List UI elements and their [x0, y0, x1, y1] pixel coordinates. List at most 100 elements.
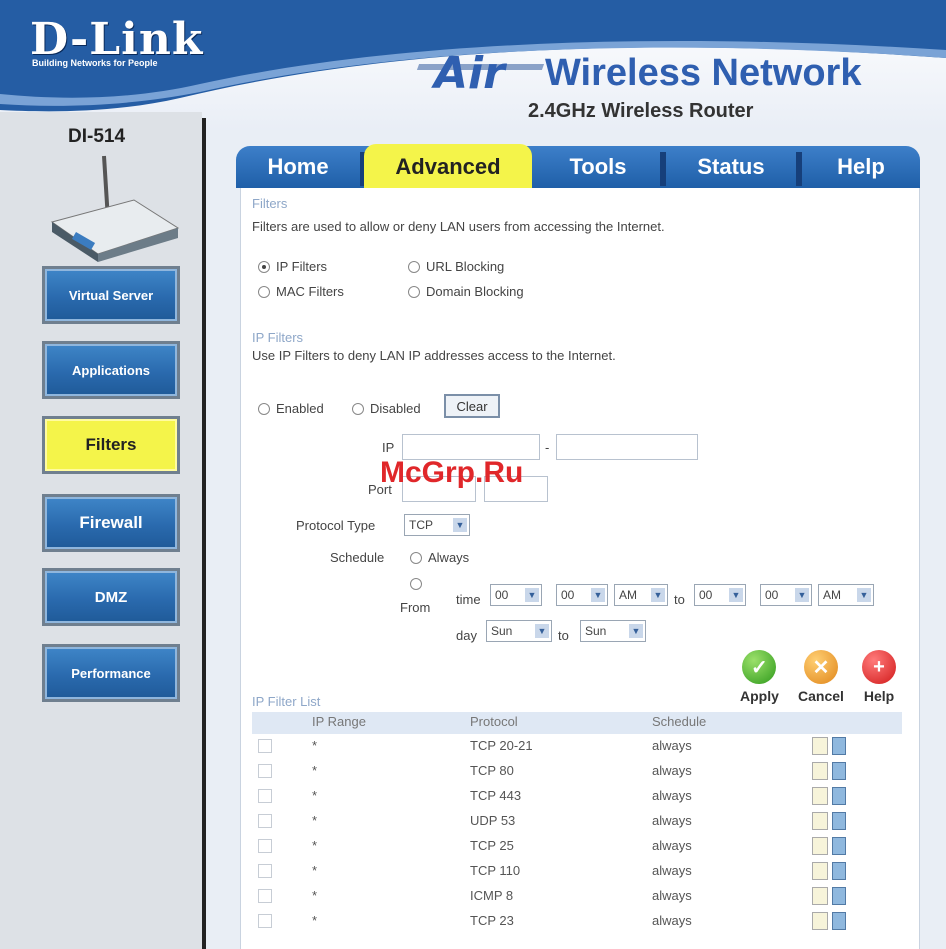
- option-label: MAC Filters: [276, 284, 344, 299]
- clear-button[interactable]: Clear: [444, 394, 500, 418]
- trash-icon[interactable]: [832, 812, 846, 830]
- to-label: to: [674, 592, 685, 607]
- trash-icon[interactable]: [832, 912, 846, 930]
- radio-icon[interactable]: [258, 402, 270, 415]
- sidebar-item-firewall[interactable]: Firewall: [42, 494, 180, 552]
- sidebar-item-label: Virtual Server: [68, 287, 154, 303]
- mac-filters-option[interactable]: MAC Filters: [258, 284, 344, 299]
- help-button[interactable]: + Help: [862, 650, 896, 704]
- product-title: Wireless Network: [545, 52, 862, 94]
- protocol-type-select[interactable]: TCP ▼: [404, 514, 470, 536]
- cell-schedule: always: [652, 888, 692, 903]
- tab-label: Advanced: [395, 154, 501, 179]
- radio-icon[interactable]: [258, 260, 270, 273]
- edit-icon[interactable]: [812, 862, 828, 880]
- tab-advanced[interactable]: Advanced: [364, 144, 532, 190]
- select-value: 00: [765, 588, 779, 602]
- chevron-down-icon: ▼: [629, 624, 643, 638]
- edit-icon[interactable]: [812, 912, 828, 930]
- schedule-label: Schedule: [330, 550, 385, 565]
- select-value: Sun: [585, 624, 607, 638]
- protocol-type-label: Protocol Type: [296, 518, 376, 533]
- edit-icon[interactable]: [812, 837, 828, 855]
- tab-help[interactable]: Help: [802, 146, 920, 188]
- cell-protocol: TCP 110: [470, 863, 521, 878]
- apply-button[interactable]: ✓ Apply: [740, 650, 779, 704]
- edit-icon[interactable]: [812, 762, 828, 780]
- schedule-from-radio[interactable]: [410, 578, 422, 590]
- table-row: * TCP 110 always: [252, 859, 902, 884]
- cell-schedule: always: [652, 813, 692, 828]
- tab-status[interactable]: Status: [666, 146, 796, 188]
- radio-icon[interactable]: [258, 285, 270, 298]
- trash-icon[interactable]: [832, 887, 846, 905]
- cell-schedule: always: [652, 788, 692, 803]
- from-day-select[interactable]: Sun ▼: [486, 620, 552, 642]
- disabled-option[interactable]: Disabled: [352, 401, 421, 416]
- chevron-down-icon: ▼: [525, 588, 539, 602]
- to-hour-select[interactable]: 00 ▼: [694, 584, 746, 606]
- row-checkbox[interactable]: [258, 789, 272, 803]
- edit-icon[interactable]: [812, 887, 828, 905]
- tab-tools[interactable]: Tools: [536, 146, 660, 188]
- cell-schedule: always: [652, 863, 692, 878]
- domain-blocking-option[interactable]: Domain Blocking: [408, 284, 524, 299]
- schedule-always-option[interactable]: Always: [410, 550, 469, 565]
- sidebar-item-filters[interactable]: Filters: [42, 416, 180, 474]
- sidebar-item-label: DMZ: [94, 588, 128, 606]
- row-checkbox[interactable]: [258, 889, 272, 903]
- tab-label: Home: [267, 154, 329, 179]
- column-header-ip-range: IP Range: [312, 714, 366, 729]
- ip-filters-option[interactable]: IP Filters: [258, 259, 327, 274]
- cancel-button[interactable]: ✕ Cancel: [798, 650, 844, 704]
- tab-home[interactable]: Home: [236, 146, 360, 188]
- brand-tagline: Building Networks for People: [32, 58, 158, 68]
- chevron-down-icon: ▼: [535, 624, 549, 638]
- ip-end-input[interactable]: [556, 434, 698, 460]
- select-value: 00: [495, 588, 509, 602]
- cancel-icon: ✕: [803, 650, 838, 684]
- sidebar-divider: [202, 118, 206, 949]
- trash-icon[interactable]: [832, 762, 846, 780]
- row-checkbox[interactable]: [258, 764, 272, 778]
- sidebar-item-performance[interactable]: Performance: [42, 644, 180, 702]
- edit-icon[interactable]: [812, 737, 828, 755]
- apply-label: Apply: [740, 688, 779, 704]
- watermark: McGrp.Ru: [380, 456, 524, 489]
- row-checkbox[interactable]: [258, 814, 272, 828]
- radio-icon[interactable]: [352, 402, 364, 415]
- radio-icon[interactable]: [408, 285, 420, 298]
- sidebar-item-applications[interactable]: Applications: [42, 341, 180, 399]
- to-ampm-select[interactable]: AM ▼: [818, 584, 874, 606]
- radio-icon[interactable]: [410, 551, 422, 564]
- help-label: Help: [863, 688, 895, 704]
- trash-icon[interactable]: [832, 787, 846, 805]
- row-checkbox[interactable]: [258, 864, 272, 878]
- chevron-down-icon: ▼: [453, 518, 467, 532]
- trash-icon[interactable]: [832, 737, 846, 755]
- row-checkbox[interactable]: [258, 739, 272, 753]
- url-blocking-option[interactable]: URL Blocking: [408, 259, 504, 274]
- column-header-schedule: Schedule: [652, 714, 707, 729]
- row-checkbox[interactable]: [258, 839, 272, 853]
- trash-icon[interactable]: [832, 862, 846, 880]
- edit-icon[interactable]: [812, 812, 828, 830]
- to-minute-select[interactable]: 00 ▼: [760, 584, 812, 606]
- from-minute-select[interactable]: 00 ▼: [556, 584, 608, 606]
- enabled-option[interactable]: Enabled: [258, 401, 324, 416]
- to-day-select[interactable]: Sun ▼: [580, 620, 646, 642]
- help-plus-icon: +: [862, 650, 896, 684]
- trash-icon[interactable]: [832, 837, 846, 855]
- from-hour-select[interactable]: 00 ▼: [490, 584, 542, 606]
- table-row: * UDP 53 always: [252, 809, 902, 834]
- table-row: * TCP 80 always: [252, 759, 902, 784]
- select-value: AM: [823, 588, 841, 602]
- sidebar-item-virtual-server[interactable]: Virtual Server: [42, 266, 180, 324]
- cell-protocol: TCP 25: [470, 838, 514, 853]
- radio-icon[interactable]: [408, 260, 420, 273]
- cell-schedule: always: [652, 913, 692, 928]
- row-checkbox[interactable]: [258, 914, 272, 928]
- from-ampm-select[interactable]: AM ▼: [614, 584, 668, 606]
- sidebar-item-dmz[interactable]: DMZ: [42, 568, 180, 626]
- edit-icon[interactable]: [812, 787, 828, 805]
